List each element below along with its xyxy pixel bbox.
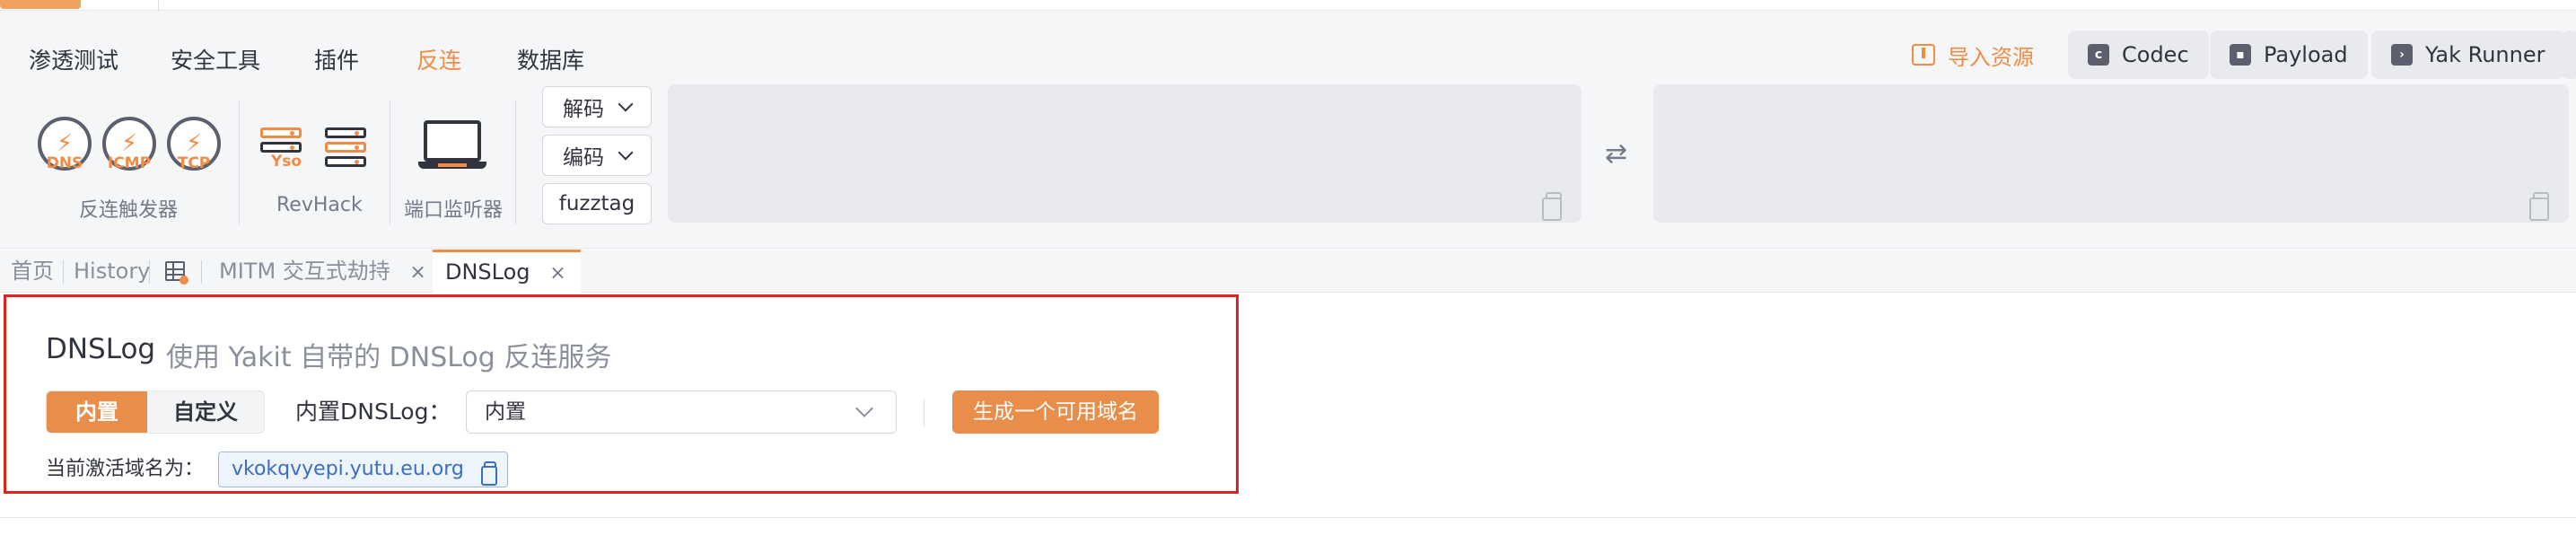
tab-label: MITM 交互式劫持 (219, 259, 390, 284)
copy-icon[interactable] (1542, 192, 1562, 221)
content-bottom-divider (0, 517, 2576, 518)
icmp-trigger-label: ICMP (107, 154, 152, 172)
codec-input-area[interactable] (668, 84, 1582, 223)
chevron-down-icon (855, 399, 873, 417)
fuzztag-label: fuzztag (558, 192, 635, 215)
tab-bar: 首页 History MITM 交互式劫持 × DNSLog × (0, 250, 2576, 293)
group-divider (239, 101, 240, 224)
decode-dropdown[interactable]: 解码 (542, 86, 652, 127)
dnslog-panel: DNSLog 使用 Yakit 自带的 DNSLog 反连服务 内置 自定义 内… (4, 294, 1239, 494)
fuzztag-button[interactable]: fuzztag (542, 183, 652, 224)
top-strip-divider (158, 0, 159, 11)
generate-domain-button[interactable]: 生成一个可用域名 (952, 390, 1159, 434)
chevron-down-icon (618, 145, 634, 161)
group-divider (515, 101, 516, 224)
chevron-down-icon (618, 96, 634, 112)
tab-label: DNSLog (445, 259, 530, 285)
yak-runner-button[interactable]: › Yak Runner (2371, 31, 2565, 79)
reverse-trigger-group-label: 反连触发器 (79, 199, 179, 222)
codec-label: Codec (2122, 42, 2189, 67)
main-toolbar: 渗透测试 安全工具 插件 反连 数据库 导入资源 c Codec ▪ Paylo… (0, 11, 2576, 249)
current-domain-value: vkokqvyepi.yutu.eu.org (232, 458, 464, 480)
builtin-dnslog-select[interactable]: 内置 (466, 390, 897, 434)
tab-dnslog[interactable]: DNSLog × (433, 250, 581, 293)
dnslog-mode-switch: 内置 自定义 (46, 390, 265, 434)
copy-icon[interactable] (2529, 192, 2549, 221)
tab-label: History (74, 259, 151, 284)
revhack-group-label: RevHack (276, 194, 363, 216)
mode-custom-option[interactable]: 自定义 (147, 391, 264, 433)
menu-item-database[interactable]: 数据库 (517, 29, 584, 93)
mode-builtin-option[interactable]: 内置 (47, 391, 147, 433)
codec-output-area[interactable] (1653, 84, 2569, 223)
menu-item-plugins[interactable]: 插件 (314, 29, 359, 93)
server-icon[interactable] (325, 127, 366, 167)
tab-mitm[interactable]: MITM 交互式劫持 × (219, 250, 426, 293)
current-domain-label: 当前激活域名为： (46, 458, 205, 480)
tab-history[interactable]: History (74, 250, 150, 293)
overflow-button[interactable] (2562, 31, 2576, 79)
tab-divider (149, 260, 150, 284)
port-listener-icon[interactable] (418, 120, 486, 172)
yso-badge: Yso (271, 153, 302, 171)
active-window-indicator (0, 0, 81, 9)
table-icon[interactable] (165, 261, 188, 285)
menu-item-reverse[interactable]: 反连 (416, 29, 461, 93)
builtin-dnslog-value: 内置 (485, 400, 526, 424)
import-icon (1912, 44, 1935, 66)
swap-icon[interactable]: ⇄ (1605, 138, 1627, 170)
import-resource-label: 导入资源 (1948, 44, 2034, 70)
import-resource-button[interactable]: 导入资源 (1912, 31, 2034, 79)
encode-dropdown[interactable]: 编码 (542, 135, 652, 176)
menu-item-security-tools[interactable]: 安全工具 (171, 29, 260, 93)
payload-button[interactable]: ▪ Payload (2210, 31, 2368, 79)
tab-home[interactable]: 首页 (11, 250, 54, 293)
copy-icon[interactable] (480, 461, 497, 486)
codec-button[interactable]: c Codec (2068, 31, 2209, 79)
terminal-icon: › (2391, 44, 2413, 66)
window-top-strip (0, 0, 2576, 11)
decode-label: 解码 (563, 98, 604, 121)
tab-divider (63, 260, 64, 284)
codec-icon: c (2088, 44, 2109, 66)
menu-item-pentest[interactable]: 渗透测试 (29, 29, 118, 93)
port-listener-group-label: 端口监听器 (404, 199, 504, 222)
payload-icon: ▪ (2230, 44, 2251, 66)
dnslog-title: DNSLog (46, 333, 156, 365)
builtin-dnslog-label: 内置DNSLog： (295, 399, 451, 425)
tab-label: 首页 (11, 259, 54, 284)
close-icon[interactable]: × (409, 261, 425, 284)
current-domain-tag[interactable]: vkokqvyepi.yutu.eu.org (218, 452, 508, 487)
close-icon[interactable]: × (549, 262, 565, 285)
dnslog-subtitle: 使用 Yakit 自带的 DNSLog 反连服务 (166, 342, 612, 373)
tcp-trigger-label: TCP (177, 154, 211, 172)
dns-trigger-label: DNS (46, 154, 83, 172)
payload-label: Payload (2264, 42, 2348, 67)
encode-label: 编码 (563, 146, 604, 170)
tab-divider (201, 260, 202, 284)
yak-runner-label: Yak Runner (2425, 42, 2545, 67)
